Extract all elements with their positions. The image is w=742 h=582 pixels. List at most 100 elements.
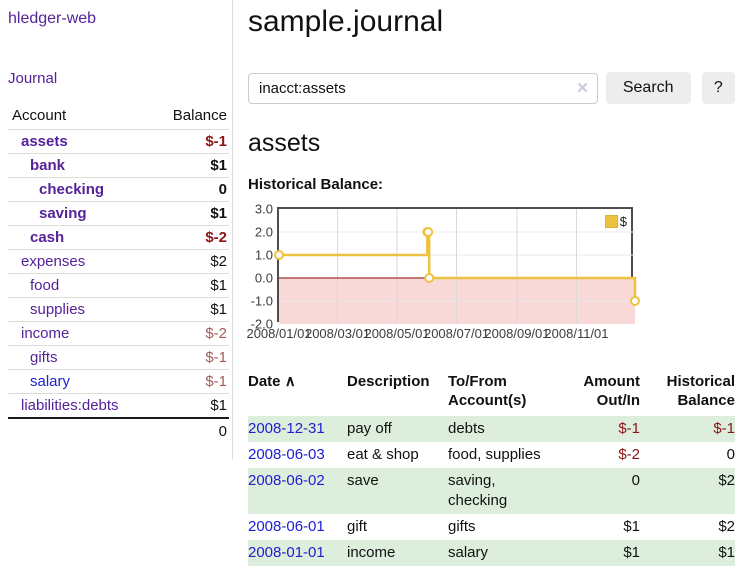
account-balance: $-1	[151, 130, 229, 154]
txn-date-link[interactable]: 2008-12-31	[248, 420, 325, 437]
register-header-row: Date ∧ Description To/From Account(s) Am…	[248, 370, 735, 416]
account-heading: assets	[248, 129, 735, 158]
search-row: ✕ Search ?	[248, 72, 735, 104]
balance-chart: $ 3.02.01.00.0-1.0-2.02008/01/012008/03/…	[248, 207, 735, 348]
account-row: bank $1	[8, 154, 229, 178]
account-link[interactable]: bank	[8, 157, 65, 174]
account-link[interactable]: assets	[8, 133, 68, 150]
txn-date-link[interactable]: 2008-01-01	[248, 544, 325, 561]
x-tick-label: 2008/09/01	[484, 326, 549, 341]
account-link[interactable]: supplies	[8, 301, 85, 318]
help-button[interactable]: ?	[702, 72, 735, 104]
txn-balance: $2	[640, 468, 735, 514]
chart-plot-area: $ 3.02.01.00.0-1.0-2.02008/01/012008/03/…	[277, 207, 633, 322]
account-link[interactable]: expenses	[8, 253, 85, 270]
txn-accounts: saving, checking	[448, 468, 560, 514]
x-tick-label: 2008/07/01	[424, 326, 489, 341]
register-table: Date ∧ Description To/From Account(s) Am…	[248, 370, 735, 566]
x-tick-label: 2008/11/01	[544, 326, 608, 341]
account-balance: 0	[151, 178, 229, 202]
y-tick-label: 3.0	[243, 202, 273, 217]
register-row: 2008-06-01giftgifts$1$2	[248, 514, 735, 540]
account-row: cash $-2	[8, 226, 229, 250]
account-link[interactable]: saving	[8, 205, 87, 222]
sort-ascending-icon: ∧	[285, 373, 296, 390]
data-point	[631, 297, 639, 305]
accounts-tbody: assets$-1bank$1checking0saving$1cash$-2e…	[8, 130, 229, 419]
register-header-accounts: To/From Account(s)	[448, 370, 560, 416]
account-row: food $1	[8, 274, 229, 298]
account-balance: $-1	[151, 346, 229, 370]
txn-balance: $1	[640, 540, 735, 566]
txn-description: gift	[347, 514, 448, 540]
txn-accounts: gifts	[448, 514, 560, 540]
brand-link[interactable]: hledger-web	[8, 10, 96, 28]
data-point	[425, 274, 433, 282]
page-title: sample.journal	[248, 5, 735, 39]
accounts-header-balance: Balance	[151, 103, 229, 130]
txn-description: eat & shop	[347, 442, 448, 468]
account-balance: $1	[151, 274, 229, 298]
txn-amount: $-2	[560, 442, 640, 468]
sidebar-item-journal[interactable]: Journal	[8, 70, 57, 87]
x-tick-label: 2008/05/01	[364, 326, 429, 341]
register-header-amount: Amount Out/In	[560, 370, 640, 416]
sidebar: hledger-web Journal Account Balance asse…	[0, 0, 233, 460]
account-balance: $1	[151, 154, 229, 178]
y-tick-label: 1.0	[243, 248, 273, 263]
account-balance: $-2	[151, 322, 229, 346]
search-button[interactable]: Search	[606, 72, 691, 104]
txn-amount: $-1	[560, 416, 640, 442]
y-tick-label: 2.0	[243, 225, 273, 240]
account-link[interactable]: liabilities:debts	[8, 397, 119, 414]
chart-title: Historical Balance:	[248, 176, 735, 193]
register-row: 2008-12-31pay offdebts$-1$-1	[248, 416, 735, 442]
account-balance: $-2	[151, 226, 229, 250]
series-label: $	[620, 214, 627, 229]
txn-amount: $1	[560, 540, 640, 566]
account-link[interactable]: gifts	[8, 349, 58, 366]
clear-search-icon[interactable]: ✕	[576, 79, 589, 97]
account-row: expenses $2	[8, 250, 229, 274]
search-wrap: ✕	[248, 73, 598, 104]
txn-description: pay off	[347, 416, 448, 442]
main-content: sample.journal ✕ Search ? assets Histori…	[248, 0, 735, 566]
account-row: salary$-1	[8, 370, 229, 394]
account-balance: $1	[151, 298, 229, 322]
txn-date-link[interactable]: 2008-06-01	[248, 518, 325, 535]
x-tick-label: 2008/01/01	[246, 326, 311, 341]
date-header-label: Date	[248, 373, 281, 390]
y-tick-label: -1.0	[243, 294, 273, 309]
series-swatch-icon	[605, 215, 618, 228]
accounts-total-value: 0	[8, 418, 229, 444]
register-row: 2008-06-02savesaving, checking0$2	[248, 468, 735, 514]
account-row: checking 0	[8, 178, 229, 202]
account-balance: $1	[151, 394, 229, 419]
txn-description: save	[347, 468, 448, 514]
register-header-date[interactable]: Date ∧	[248, 370, 347, 416]
txn-date-link[interactable]: 2008-06-02	[248, 472, 325, 489]
search-input[interactable]	[248, 73, 598, 104]
register-tbody: 2008-12-31pay offdebts$-1$-12008-06-03ea…	[248, 416, 735, 566]
account-link[interactable]: salary	[8, 373, 70, 390]
register-row: 2008-06-03eat & shopfood, supplies$-20	[248, 442, 735, 468]
account-link[interactable]: checking	[8, 181, 104, 198]
account-link[interactable]: cash	[8, 229, 64, 246]
txn-date-link[interactable]: 2008-06-03	[248, 446, 325, 463]
account-balance: $1	[151, 202, 229, 226]
account-link[interactable]: income	[8, 325, 69, 342]
account-row: assets $-1	[8, 130, 229, 154]
x-tick-label: 2008/03/01	[305, 326, 370, 341]
txn-accounts: debts	[448, 416, 560, 442]
txn-accounts: salary	[448, 540, 560, 566]
account-row: income $-2	[8, 322, 229, 346]
chart-legend: $	[605, 214, 627, 229]
account-link[interactable]: food	[8, 277, 59, 294]
account-balance: $2	[151, 250, 229, 274]
txn-balance: $-1	[640, 416, 735, 442]
accounts-table: Account Balance assets$-1bank$1checking0…	[8, 103, 229, 444]
data-point	[275, 251, 283, 259]
txn-balance: $2	[640, 514, 735, 540]
y-tick-label: 0.0	[243, 271, 273, 286]
txn-balance: 0	[640, 442, 735, 468]
